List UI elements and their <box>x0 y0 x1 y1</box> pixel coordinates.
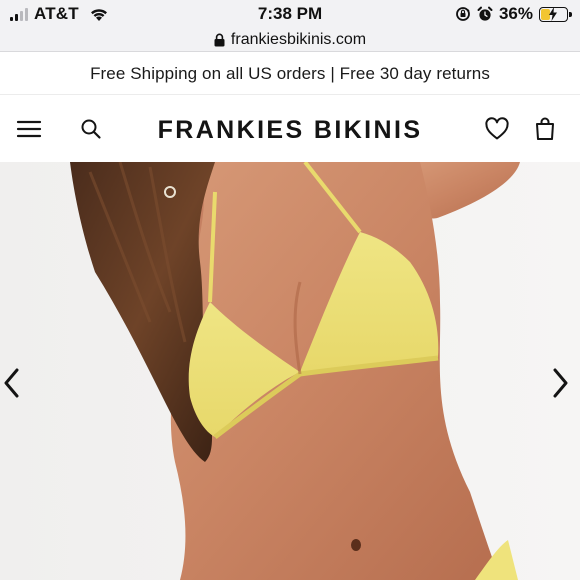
product-image-carousel[interactable] <box>0 162 580 580</box>
url-text: frankiesbikinis.com <box>230 30 367 48</box>
heart-icon <box>485 117 509 140</box>
alarm-icon <box>477 6 493 21</box>
orientation-lock-icon <box>456 7 470 21</box>
wishlist-button[interactable] <box>482 114 512 144</box>
address-bar[interactable]: frankiesbikinis.com <box>0 28 580 52</box>
carousel-next-button[interactable] <box>550 367 580 403</box>
lock-icon <box>214 33 225 46</box>
announcement-text: Free Shipping on all US orders | Free 30… <box>90 63 490 83</box>
announcement-bar: Free Shipping on all US orders | Free 30… <box>0 53 580 95</box>
charging-bolt-icon <box>549 6 557 21</box>
page: AT&T 7:38 PM 36% frankiesbikinis.com Fre… <box>0 0 580 580</box>
status-right-group: 36% <box>455 4 572 24</box>
status-bar: AT&T 7:38 PM 36% <box>0 0 580 28</box>
product-photo <box>0 162 580 580</box>
chevron-right-icon <box>553 368 568 398</box>
carousel-prev-button[interactable] <box>2 367 32 403</box>
battery-percent: 36% <box>498 4 533 23</box>
shopping-bag-icon <box>536 117 554 140</box>
cart-button[interactable] <box>530 114 560 144</box>
battery-charging-icon <box>539 6 572 22</box>
site-header: FRANKIES BIKINIS <box>0 96 580 162</box>
chevron-left-icon <box>4 368 19 398</box>
